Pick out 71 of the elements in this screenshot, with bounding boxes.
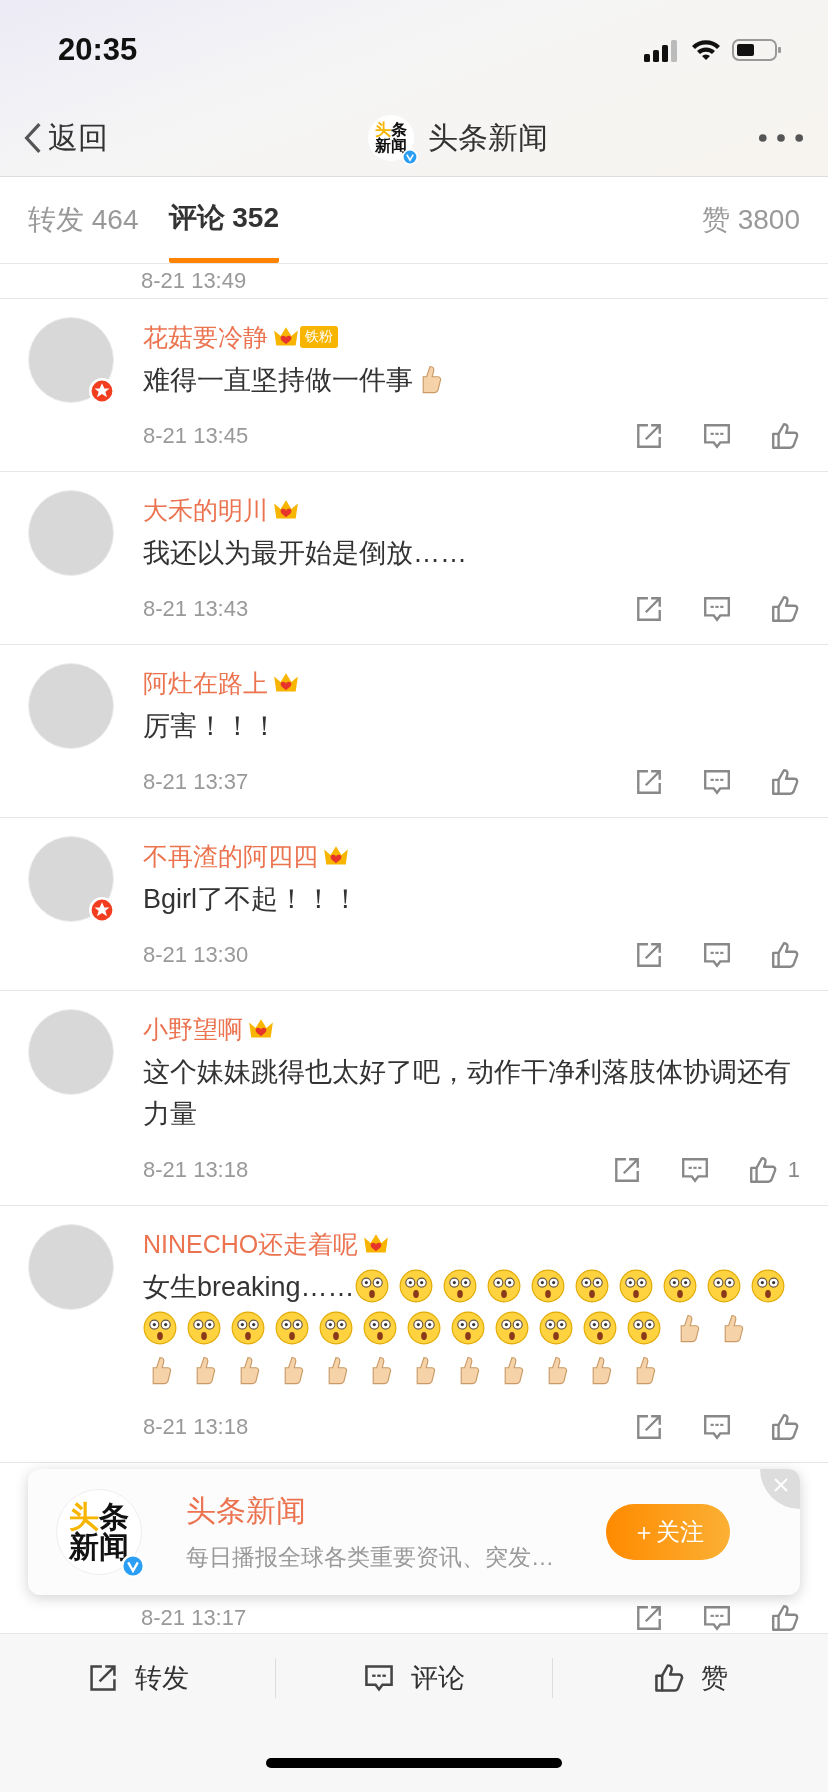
surprised-face-icon — [618, 1269, 653, 1303]
surprised-face-icon — [495, 1311, 529, 1345]
more-icon[interactable] — [758, 133, 804, 143]
likes-tab[interactable]: 赞 3800 — [701, 177, 800, 263]
fan-badge: 铁粉 — [300, 326, 338, 348]
status-time: 20:35 — [58, 32, 138, 68]
surprised-face-icon — [275, 1311, 309, 1345]
thumbs-up-icon[interactable] — [770, 1412, 800, 1442]
back-button[interactable]: 返回 — [24, 117, 108, 159]
thumbs-up-icon[interactable] — [770, 1603, 800, 1633]
wifi-icon — [690, 38, 722, 62]
comment-time: 8-21 13:18 — [143, 1414, 249, 1440]
news-logo: 头条 新闻 — [56, 1489, 142, 1575]
account-description: 每日播报全球各类重要资讯、突发… — [186, 1543, 555, 1572]
comment-time: 8-21 13:43 — [143, 596, 249, 622]
surprised-face-icon — [662, 1269, 697, 1303]
battery-icon — [732, 38, 782, 62]
surprised-face-icon — [574, 1269, 609, 1303]
surprised-face-icon — [398, 1269, 433, 1303]
comment-time: 8-21 13:37 — [143, 769, 249, 795]
surprised-face-icon — [143, 1311, 177, 1345]
comment-text: 我还以为最开始是倒放…… — [143, 537, 468, 570]
toolbar-button[interactable]: 评论 — [276, 1658, 552, 1698]
thumbs-up-icon[interactable] — [770, 940, 800, 970]
tab[interactable]: 转发 464 — [28, 177, 139, 263]
thumbs-up-icon[interactable] — [770, 421, 800, 451]
like-count: 1 — [787, 1157, 800, 1183]
toolbar-button[interactable]: 转发 — [0, 1658, 276, 1698]
surprised-face-icon — [451, 1311, 485, 1345]
surprised-face-icon — [706, 1269, 741, 1303]
user-name[interactable]: 花菇要冷静 — [143, 320, 268, 354]
comment-text: 女生breaking…… — [143, 1266, 800, 1392]
follow-button[interactable]: ＋关注 — [606, 1504, 730, 1560]
toolbar-button[interactable]: 赞 — [552, 1658, 828, 1698]
thumbs-up-icon[interactable] — [770, 594, 800, 624]
thumbs-up-icon[interactable] — [652, 1662, 685, 1694]
user-name[interactable]: 不再渣的阿四四 — [143, 839, 318, 873]
thumbs-up-icon[interactable] — [770, 767, 800, 797]
surprised-face-icon — [486, 1269, 521, 1303]
surprised-face-icon — [442, 1269, 477, 1303]
user-name[interactable]: 大禾的明川 — [143, 493, 268, 527]
surprised-face-icon — [354, 1269, 389, 1303]
surprised-face-icon — [319, 1311, 353, 1345]
comment-time: 8-21 13:49 — [141, 268, 247, 294]
user-name[interactable]: 阿灶在路上 — [143, 666, 268, 700]
surprised-face-icon — [627, 1311, 661, 1345]
comment-text: Bgirl了不起！！！ — [143, 883, 360, 916]
chevron-left-icon — [24, 122, 42, 154]
user-name[interactable]: 小野望啊 — [143, 1012, 243, 1046]
signal-icon — [644, 38, 680, 62]
surprised-face-icon — [407, 1311, 441, 1345]
surprised-face-icon — [539, 1311, 573, 1345]
surprised-face-icon — [231, 1311, 265, 1345]
comment-text: 难得一直坚持做一件事 — [143, 359, 800, 401]
surprised-face-icon — [530, 1269, 565, 1303]
surprised-face-icon — [187, 1311, 221, 1345]
surprised-face-icon — [363, 1311, 397, 1345]
comment-time: 8-21 13:30 — [143, 942, 249, 968]
comment-time: 8-21 13:18 — [143, 1157, 249, 1183]
account-title: 头条新闻 — [428, 119, 548, 156]
comment-time: 8-21 13:17 — [141, 1605, 247, 1631]
tab[interactable]: 评论 352 — [168, 177, 279, 263]
thumbs-up-icon[interactable] — [747, 1155, 778, 1185]
comment-text: 厉害！！！ — [143, 710, 279, 743]
surprised-face-icon — [750, 1269, 785, 1303]
account-name[interactable]: 头条新闻 — [186, 1491, 562, 1532]
comment-time: 8-21 13:45 — [143, 423, 249, 449]
comment-text: 这个妹妹跳得也太好了吧，动作干净利落肢体协调还有力量 — [143, 1056, 792, 1131]
comment-icon[interactable] — [363, 1662, 395, 1694]
surprised-face-icon — [583, 1311, 617, 1345]
user-name[interactable]: NINECHO还走着呢 — [143, 1227, 359, 1261]
